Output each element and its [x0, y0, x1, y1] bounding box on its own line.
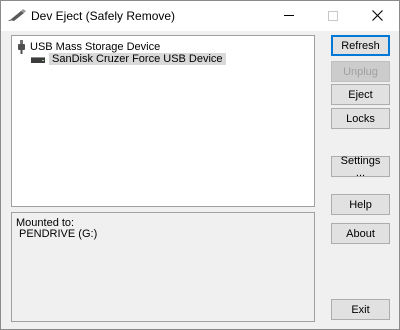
mount-info-panel: Mounted to: PENDRIVE (G:) — [11, 212, 315, 322]
tree-item-sandisk-cruzer[interactable]: SanDisk Cruzer Force USB Device — [31, 52, 226, 66]
mount-point-value: PENDRIVE (G:) — [19, 228, 98, 240]
maximize-icon — [328, 10, 338, 21]
help-button[interactable]: Help — [331, 194, 390, 215]
unplug-button: Unplug — [331, 61, 390, 82]
maximize-button — [311, 1, 355, 30]
usb-plug-icon — [18, 40, 25, 54]
title-bar[interactable]: Dev Eject (Safely Remove) — [1, 1, 399, 31]
settings-button[interactable]: Settings ... — [331, 155, 390, 179]
exit-button[interactable]: Exit — [331, 299, 390, 320]
locks-button[interactable]: Locks — [331, 108, 390, 129]
eject-pen-icon — [8, 9, 26, 21]
app-window: Dev Eject (Safely Remove) USB Mass Stora… — [0, 0, 400, 330]
minimize-button[interactable] — [267, 1, 311, 30]
refresh-button[interactable]: Refresh — [331, 35, 390, 56]
drive-icon — [31, 57, 45, 63]
about-button[interactable]: About — [331, 223, 390, 244]
device-tree[interactable]: USB Mass Storage Device SanDisk Cruzer F… — [11, 35, 315, 207]
minimize-icon — [284, 15, 294, 16]
close-icon — [371, 10, 383, 21]
window-title: Dev Eject (Safely Remove) — [31, 9, 176, 23]
tree-item-label-selected: SanDisk Cruzer Force USB Device — [49, 53, 226, 65]
eject-button[interactable]: Eject — [331, 84, 390, 105]
close-button[interactable] — [355, 1, 399, 30]
